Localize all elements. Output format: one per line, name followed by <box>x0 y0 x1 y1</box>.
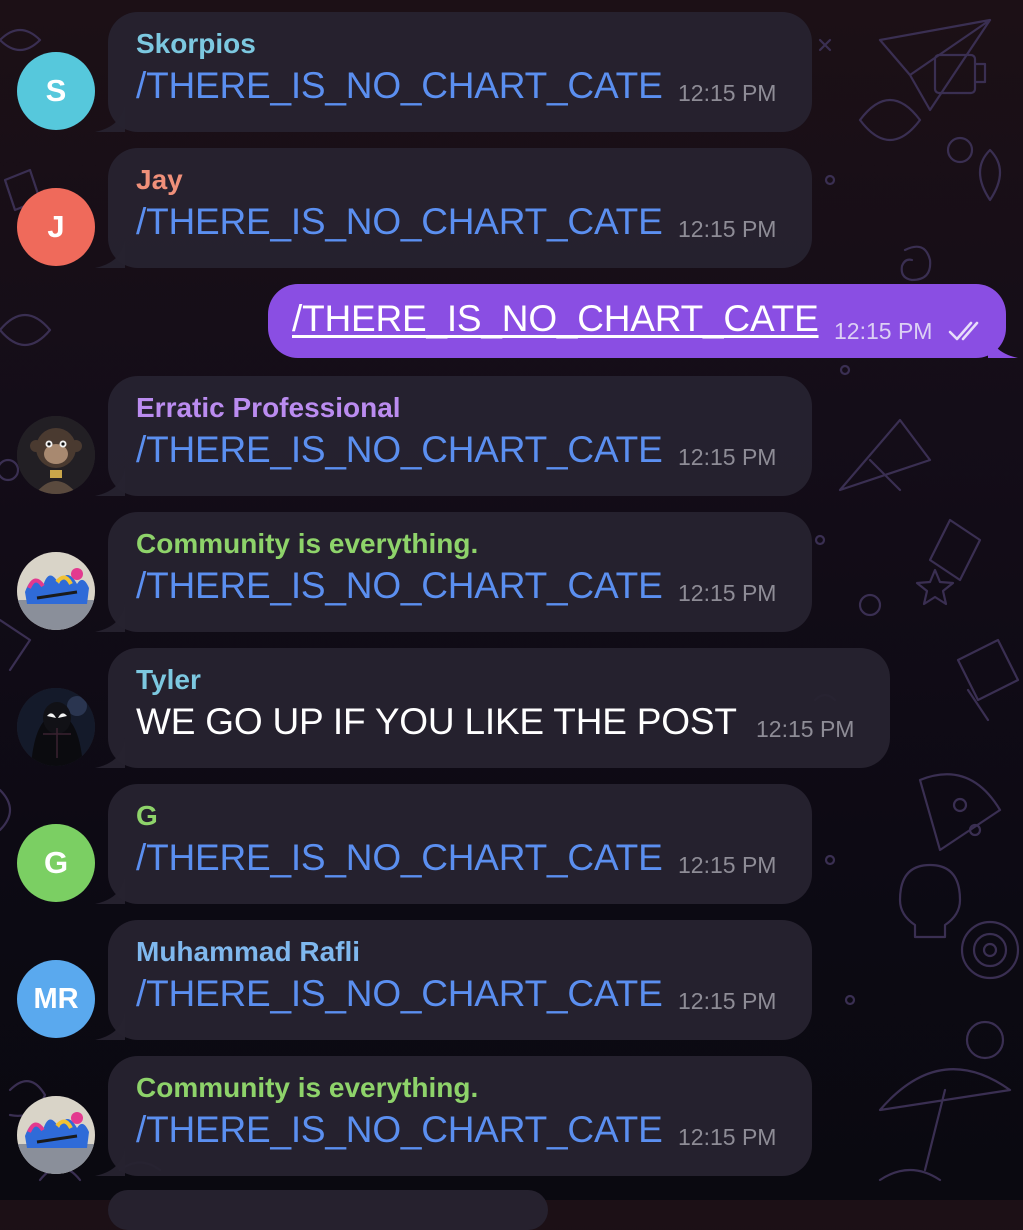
bubble-tail <box>95 602 125 632</box>
avatar[interactable] <box>17 688 95 766</box>
spider-avatar-icon <box>17 688 95 766</box>
monkey-avatar-icon <box>17 416 95 494</box>
sender-name[interactable]: Community is everything. <box>136 1072 478 1104</box>
avatar-initials: S <box>45 73 67 108</box>
bubble-tail <box>95 1146 125 1176</box>
command-link[interactable]: /THERE_IS_NO_CHART_CATE <box>292 298 819 340</box>
message-bubble[interactable]: Tyler WE GO UP IF YOU LIKE THE POST 12:1… <box>95 648 890 768</box>
message-bubble[interactable]: Skorpios /THERE_IS_NO_CHART_CATE 12:15 P… <box>95 12 812 132</box>
avatar[interactable]: J <box>17 188 95 266</box>
message-bubble[interactable]: G /THERE_IS_NO_CHART_CATE 12:15 PM <box>95 784 812 904</box>
sender-name[interactable]: Skorpios <box>136 28 256 60</box>
message-bubble[interactable]: Muhammad Rafli /THERE_IS_NO_CHART_CATE 1… <box>95 920 812 1040</box>
bubble-tail <box>988 328 1018 358</box>
message-text: WE GO UP IF YOU LIKE THE POST <box>136 701 737 742</box>
bubble-tail <box>95 102 125 132</box>
command-link[interactable]: /THERE_IS_NO_CHART_CATE <box>136 973 663 1015</box>
graffiti-avatar-icon <box>17 552 95 630</box>
sender-name[interactable]: G <box>136 800 158 832</box>
message-time: 12:15 PM <box>678 852 777 878</box>
message-time: 12:15 PM <box>678 1124 777 1150</box>
bubble-tail <box>95 738 125 768</box>
bubble-tail <box>95 238 125 268</box>
avatar-initials: MR <box>33 982 79 1015</box>
message-time: 12:15 PM <box>756 716 855 742</box>
message-bubble[interactable] <box>108 1190 548 1230</box>
avatar[interactable]: MR <box>17 960 95 1038</box>
message-time: 12:15 PM <box>678 216 777 242</box>
command-link[interactable]: /THERE_IS_NO_CHART_CATE <box>136 565 663 607</box>
command-link[interactable]: /THERE_IS_NO_CHART_CATE <box>136 201 663 243</box>
sender-name[interactable]: Community is everything. <box>136 528 478 560</box>
avatar[interactable]: G <box>17 824 95 902</box>
bubble-tail <box>95 874 125 904</box>
sender-name[interactable]: Jay <box>136 164 183 196</box>
avatar[interactable] <box>17 552 95 630</box>
outgoing-message-bubble[interactable]: /THERE_IS_NO_CHART_CATE 12:15 PM <box>268 284 1018 358</box>
message-time: 12:15 PM <box>678 580 777 606</box>
bubble-tail <box>95 1010 125 1040</box>
double-check-icon <box>948 320 984 342</box>
message-time: 12:15 PM <box>678 444 777 470</box>
bubble-tail <box>95 466 125 496</box>
avatar[interactable] <box>17 416 95 494</box>
graffiti-avatar-icon <box>17 1096 95 1174</box>
command-link[interactable]: /THERE_IS_NO_CHART_CATE <box>136 65 663 107</box>
avatar[interactable] <box>17 1096 95 1174</box>
avatar-initials: G <box>43 845 69 880</box>
message-bubble[interactable]: Community is everything. /THERE_IS_NO_CH… <box>95 512 812 632</box>
sender-name[interactable]: Tyler <box>136 664 201 696</box>
command-link[interactable]: /THERE_IS_NO_CHART_CATE <box>136 1109 663 1151</box>
avatar-initials: J <box>47 209 65 244</box>
command-link[interactable]: /THERE_IS_NO_CHART_CATE <box>136 429 663 471</box>
message-time: 12:15 PM <box>678 988 777 1014</box>
sender-name[interactable]: Muhammad Rafli <box>136 936 360 968</box>
message-bubble[interactable]: Community is everything. /THERE_IS_NO_CH… <box>95 1056 812 1176</box>
command-link[interactable]: /THERE_IS_NO_CHART_CATE <box>136 837 663 879</box>
message-bubble[interactable]: Jay /THERE_IS_NO_CHART_CATE 12:15 PM <box>95 148 812 268</box>
sender-name[interactable]: Erratic Professional <box>136 392 401 424</box>
message-bubble[interactable]: Erratic Professional /THERE_IS_NO_CHART_… <box>95 376 812 496</box>
message-time: 12:15 PM <box>678 80 777 106</box>
message-time: 12:15 PM <box>834 318 933 344</box>
avatar[interactable]: S <box>17 52 95 130</box>
